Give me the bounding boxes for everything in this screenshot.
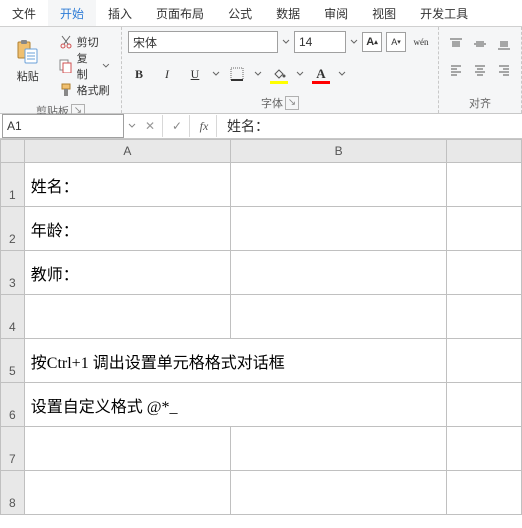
cell-B8[interactable] bbox=[230, 471, 446, 515]
formula-input[interactable]: 姓名： bbox=[219, 116, 522, 136]
align-left-icon bbox=[449, 63, 463, 77]
formula-bar: A1 ✕ ✓ fx 姓名： bbox=[0, 114, 522, 139]
border-icon bbox=[230, 67, 244, 81]
cell-B1[interactable] bbox=[230, 163, 446, 207]
cell-A4[interactable] bbox=[24, 295, 230, 339]
group-align: 对齐 bbox=[439, 27, 522, 113]
cell-B7[interactable] bbox=[230, 427, 446, 471]
cell-A2[interactable]: 年龄： bbox=[24, 207, 230, 251]
fx-button[interactable]: fx bbox=[192, 115, 217, 137]
font-size-select[interactable]: 14 bbox=[294, 31, 346, 53]
tab-dev[interactable]: 开发工具 bbox=[408, 0, 480, 26]
tab-home[interactable]: 开始 bbox=[48, 0, 96, 26]
paste-button[interactable]: 粘贴 bbox=[6, 31, 50, 91]
row-header-2[interactable]: 2 bbox=[1, 207, 25, 251]
align-top-icon bbox=[449, 37, 463, 51]
chevron-down-icon[interactable] bbox=[212, 70, 220, 78]
copy-icon bbox=[59, 59, 73, 73]
align-middle-button[interactable] bbox=[469, 33, 491, 55]
menubar: 文件 开始 插入 页面布局 公式 数据 审阅 视图 开发工具 bbox=[0, 0, 522, 27]
col-header-A[interactable]: A bbox=[24, 140, 230, 163]
cell-A8[interactable] bbox=[24, 471, 230, 515]
align-center-icon bbox=[473, 63, 487, 77]
group-clipboard: 粘贴 剪切 复制 bbox=[0, 27, 122, 113]
underline-button[interactable]: U bbox=[184, 63, 206, 85]
cell-A6[interactable]: 设置自定义格式 @*_ bbox=[24, 383, 447, 427]
align-right-button[interactable] bbox=[493, 59, 515, 81]
align-bottom-button[interactable] bbox=[493, 33, 515, 55]
italic-button[interactable]: I bbox=[156, 63, 178, 85]
name-box[interactable]: A1 bbox=[2, 114, 124, 138]
sheet-grid[interactable]: A B 1姓名： 2年龄： 3教师： 4 5按Ctrl+1 调出设置单元格格式对… bbox=[0, 139, 522, 528]
align-middle-icon bbox=[473, 37, 487, 51]
font-color-button[interactable]: A bbox=[310, 63, 332, 85]
cell-B2[interactable] bbox=[230, 207, 446, 251]
decrease-font-button[interactable]: A▾ bbox=[386, 32, 406, 52]
confirm-edit-button[interactable]: ✓ bbox=[165, 115, 190, 137]
row-header-4[interactable]: 4 bbox=[1, 295, 25, 339]
row-header-5[interactable]: 5 bbox=[1, 339, 25, 383]
align-center-button[interactable] bbox=[469, 59, 491, 81]
cell-B3[interactable] bbox=[230, 251, 446, 295]
copy-button[interactable]: 复制 bbox=[54, 55, 115, 77]
ribbon: 粘贴 剪切 复制 bbox=[0, 27, 522, 114]
tab-insert[interactable]: 插入 bbox=[96, 0, 144, 26]
bucket-icon bbox=[272, 68, 286, 80]
tab-file[interactable]: 文件 bbox=[0, 0, 48, 26]
row-header-7[interactable]: 7 bbox=[1, 427, 25, 471]
chevron-down-icon[interactable] bbox=[128, 122, 136, 130]
group-font: 宋体 14 A▴ A▾ wén B I U bbox=[122, 27, 439, 113]
row-header-1[interactable]: 1 bbox=[1, 163, 25, 207]
tab-formula[interactable]: 公式 bbox=[216, 0, 264, 26]
group-font-title: 字体 bbox=[261, 95, 283, 111]
row-header-8[interactable]: 8 bbox=[1, 471, 25, 515]
cell-A3[interactable]: 教师： bbox=[24, 251, 230, 295]
brush-icon bbox=[59, 83, 73, 97]
tab-review[interactable]: 审阅 bbox=[312, 0, 360, 26]
col-header-next[interactable] bbox=[447, 140, 522, 163]
paste-icon bbox=[14, 38, 42, 66]
cell-B4[interactable] bbox=[230, 295, 446, 339]
format-painter-button[interactable]: 格式刷 bbox=[54, 79, 115, 101]
align-bottom-icon bbox=[497, 37, 511, 51]
paste-label: 粘贴 bbox=[17, 68, 39, 84]
cell-A7[interactable] bbox=[24, 427, 230, 471]
tab-data[interactable]: 数据 bbox=[264, 0, 312, 26]
select-all-corner[interactable] bbox=[1, 140, 25, 163]
col-header-B[interactable]: B bbox=[230, 140, 446, 163]
increase-font-button[interactable]: A▴ bbox=[362, 32, 382, 52]
tab-view[interactable]: 视图 bbox=[360, 0, 408, 26]
fill-color-button[interactable] bbox=[268, 63, 290, 85]
chevron-down-icon[interactable] bbox=[296, 70, 304, 78]
scissors-icon bbox=[59, 35, 73, 49]
cell-A5[interactable]: 按Ctrl+1 调出设置单元格格式对话框 bbox=[24, 339, 447, 383]
align-top-button[interactable] bbox=[445, 33, 467, 55]
cancel-edit-button[interactable]: ✕ bbox=[138, 115, 163, 137]
chevron-down-icon[interactable] bbox=[282, 38, 290, 46]
bold-button[interactable]: B bbox=[128, 63, 150, 85]
phonetic-button[interactable]: wén bbox=[410, 31, 432, 53]
row-header-3[interactable]: 3 bbox=[1, 251, 25, 295]
align-right-icon bbox=[497, 63, 511, 77]
chevron-down-icon bbox=[102, 62, 110, 70]
border-button[interactable] bbox=[226, 63, 248, 85]
chevron-down-icon[interactable] bbox=[338, 70, 346, 78]
font-name-select[interactable]: 宋体 bbox=[128, 31, 278, 53]
chevron-down-icon[interactable] bbox=[254, 70, 262, 78]
chevron-down-icon[interactable] bbox=[350, 38, 358, 46]
tab-layout[interactable]: 页面布局 bbox=[144, 0, 216, 26]
align-left-button[interactable] bbox=[445, 59, 467, 81]
group-align-title: 对齐 bbox=[469, 95, 491, 111]
cell-A1[interactable]: 姓名： bbox=[24, 163, 230, 207]
row-header-6[interactable]: 6 bbox=[1, 383, 25, 427]
font-dialog-launch[interactable]: ↘ bbox=[285, 96, 299, 110]
